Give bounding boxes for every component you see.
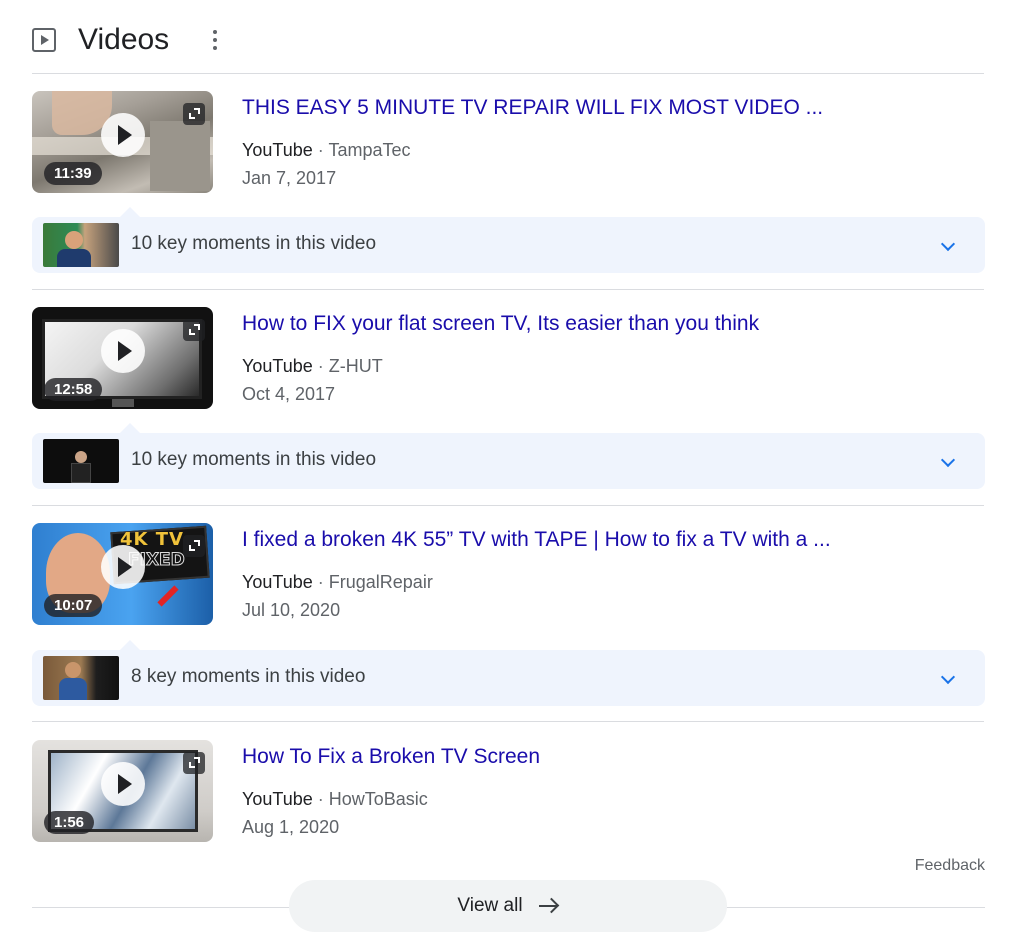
meta-separator: · xyxy=(317,572,324,592)
key-moments-bar[interactable]: 10 key moments in this video xyxy=(32,207,985,273)
chevron-down-icon xyxy=(940,669,956,685)
key-moments-label: 10 key moments in this video xyxy=(131,233,377,254)
video-play-icon xyxy=(32,28,56,52)
video-duration: 12:58 xyxy=(44,378,103,401)
video-duration: 1:56 xyxy=(44,811,95,834)
meta-separator: · xyxy=(317,356,324,376)
videos-header: Videos xyxy=(32,18,219,62)
video-result: 12:58 How to FIX your flat screen TV, It… xyxy=(32,307,985,411)
notch xyxy=(120,640,140,650)
divider xyxy=(32,73,984,74)
video-source: YouTube · HowToBasic xyxy=(242,786,982,812)
video-duration: 11:39 xyxy=(44,162,102,185)
key-moments-label: 10 key moments in this video xyxy=(131,449,377,470)
more-vert-icon[interactable] xyxy=(213,28,219,52)
key-moments-bar[interactable]: 8 key moments in this video xyxy=(32,640,985,706)
video-site: YouTube xyxy=(242,356,313,376)
video-date: Jan 7, 2017 xyxy=(242,168,337,188)
view-all-button[interactable]: View all xyxy=(289,880,727,932)
play-icon xyxy=(101,762,145,806)
key-moment-thumbnail xyxy=(43,439,119,483)
key-moment-thumbnail xyxy=(43,223,119,267)
play-icon xyxy=(101,113,145,157)
video-channel: TampaTec xyxy=(328,140,411,160)
meta-separator: · xyxy=(317,140,324,160)
divider xyxy=(32,505,984,506)
video-site: YouTube xyxy=(242,789,313,809)
video-result: 4K TV FIXED 10:07 I fixed a broken 4K 55… xyxy=(32,523,985,627)
video-result: 1:56 How To Fix a Broken TV Screen YouTu… xyxy=(32,740,985,844)
meta-separator: · xyxy=(317,789,324,809)
video-site: YouTube xyxy=(242,572,313,592)
video-thumbnail[interactable]: 11:39 xyxy=(32,91,213,193)
play-icon xyxy=(101,329,145,373)
video-title-link[interactable]: How To Fix a Broken TV Screen xyxy=(242,744,982,770)
video-channel: Z-HUT xyxy=(328,356,383,376)
video-thumbnail[interactable]: 1:56 xyxy=(32,740,213,842)
expand-icon[interactable] xyxy=(183,752,205,774)
video-date: Oct 4, 2017 xyxy=(242,384,336,404)
video-duration: 10:07 xyxy=(44,594,103,617)
video-source: YouTube · FrugalRepair xyxy=(242,569,982,595)
video-site: YouTube xyxy=(242,140,313,160)
chevron-down-icon xyxy=(940,452,956,468)
notch xyxy=(120,207,140,217)
view-all-label: View all xyxy=(457,895,523,916)
video-channel: HowToBasic xyxy=(328,789,428,809)
video-title-link[interactable]: How to FIX your flat screen TV, Its easi… xyxy=(242,311,982,337)
key-moment-thumbnail xyxy=(43,656,119,700)
key-moments-bar[interactable]: 10 key moments in this video xyxy=(32,423,985,489)
expand-icon[interactable] xyxy=(183,535,205,557)
video-date: Aug 1, 2020 xyxy=(242,817,340,837)
video-source: YouTube · Z-HUT xyxy=(242,353,982,379)
arrow-right-icon xyxy=(538,899,559,913)
expand-icon[interactable] xyxy=(183,103,205,125)
video-date: Jul 10, 2020 xyxy=(242,600,341,620)
video-result: 11:39 THIS EASY 5 MINUTE TV REPAIR WILL … xyxy=(32,91,985,195)
video-source: YouTube · TampaTec xyxy=(242,137,982,163)
key-moments-label: 8 key moments in this video xyxy=(131,666,366,687)
play-icon xyxy=(101,545,145,589)
notch xyxy=(120,423,140,433)
video-channel: FrugalRepair xyxy=(328,572,433,592)
chevron-down-icon xyxy=(940,236,956,252)
expand-icon[interactable] xyxy=(183,319,205,341)
video-title-link[interactable]: I fixed a broken 4K 55” TV with TAPE | H… xyxy=(242,527,982,553)
video-thumbnail[interactable]: 4K TV FIXED 10:07 xyxy=(32,523,213,625)
video-title-link[interactable]: THIS EASY 5 MINUTE TV REPAIR WILL FIX MO… xyxy=(242,95,982,121)
video-thumbnail[interactable]: 12:58 xyxy=(32,307,213,409)
section-title: Videos xyxy=(78,23,170,56)
divider xyxy=(32,721,984,722)
divider xyxy=(32,289,984,290)
feedback-link[interactable]: Feedback xyxy=(915,857,985,875)
